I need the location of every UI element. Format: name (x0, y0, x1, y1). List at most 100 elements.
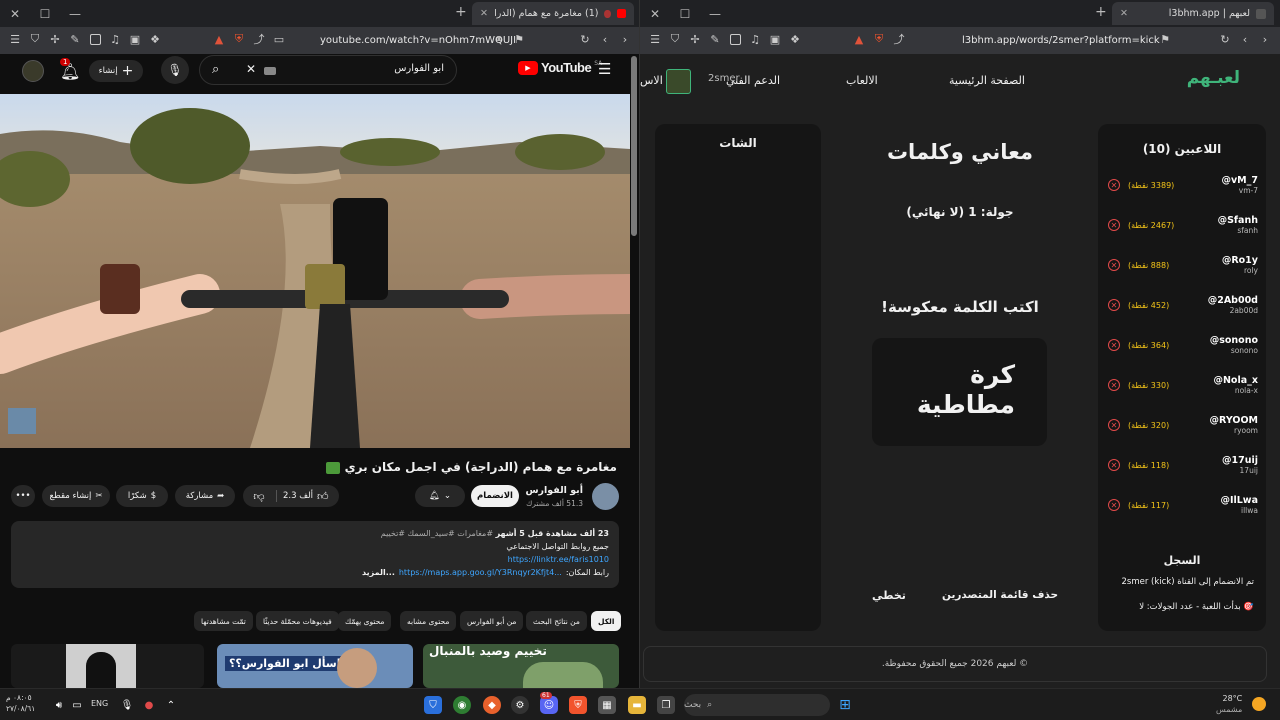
show-more-link[interactable]: ...المزيد (362, 566, 395, 579)
chip-for-you[interactable]: محتوى يهمّك (338, 611, 392, 631)
chrome-icon[interactable]: ◉ (453, 696, 471, 714)
site-logo[interactable]: لعبـهم (1187, 68, 1240, 88)
description-link[interactable]: https://linktr.ee/faris1010 (21, 553, 609, 566)
clear-search-icon[interactable]: ✕ (246, 62, 256, 76)
windows-start-icon[interactable]: ⊞ (836, 696, 854, 714)
chip-from-channel[interactable]: من أبو الفوارس (460, 611, 524, 631)
new-tab-button[interactable]: + (455, 4, 467, 20)
close-tab-icon[interactable]: ✕ (1120, 8, 1128, 19)
new-tab-button[interactable]: + (1095, 4, 1107, 20)
remove-player-icon[interactable]: ✕ (1108, 339, 1120, 351)
clear-leaderboard-button[interactable]: حذف قائمة المتصدرين (942, 589, 1058, 601)
channel-avatar[interactable] (592, 483, 619, 510)
nav-home[interactable]: الصفحة الرئيسية (949, 74, 1025, 87)
voice-search-button[interactable]: 🎙︎ (161, 56, 189, 84)
tray-app-icon[interactable]: ● (140, 696, 158, 714)
subscribe-button[interactable]: الانضمام (471, 485, 519, 507)
menu-icon[interactable]: ☰ (648, 32, 662, 46)
chip-watched[interactable]: تمّت مشاهدتها (194, 611, 253, 631)
tab-youtube[interactable]: (1) مغامرة مع همام (الدراجة) في ✕ (472, 2, 634, 25)
pen-icon[interactable]: ✎ (68, 32, 82, 46)
security-app-icon[interactable]: ⛉ (424, 696, 442, 714)
maximize-window-button[interactable]: ☐ (30, 0, 60, 27)
close-window-button[interactable]: ✕ (0, 0, 30, 27)
notification-settings-button[interactable]: 🔔︎ ⌄ (415, 485, 465, 507)
chip-recently-uploaded[interactable]: فيديوهات محمّلة حديثًا (256, 611, 339, 631)
volume-icon[interactable]: 🔊︎ (50, 696, 68, 714)
link-icon[interactable]: ⚭ (492, 32, 506, 46)
remove-player-icon[interactable]: ✕ (1108, 219, 1120, 231)
create-button[interactable]: إنشاء + (89, 60, 143, 82)
nav-username[interactable]: 2smer (708, 73, 740, 84)
youtube-logo[interactable]: ▶ YouTube SA (518, 60, 602, 75)
address-bar[interactable]: l3bhm.app/words/2smer?platform=kick (962, 31, 1160, 50)
search-box[interactable]: ⌕ ✕ ابو الفوارس (199, 55, 457, 85)
music-icon[interactable]: ♫ (748, 32, 762, 46)
keyboard-icon[interactable] (264, 67, 276, 75)
task-view-icon[interactable]: ❐ (657, 696, 675, 714)
bookmark-icon[interactable]: ⚑ (1158, 32, 1172, 46)
maximize-window-button[interactable]: ☐ (670, 0, 700, 27)
remove-player-icon[interactable]: ✕ (1108, 299, 1120, 311)
brave-shields-icon[interactable]: ⛨ (232, 32, 246, 46)
menu-icon[interactable]: ☰ (8, 32, 22, 46)
sidebar-icon[interactable] (728, 32, 742, 46)
file-explorer-icon[interactable]: ▬ (628, 696, 646, 714)
brave-rewards-icon[interactable]: ▲ (852, 32, 866, 46)
search-icon[interactable]: ⌕ (212, 62, 219, 77)
address-bar[interactable]: youtube.com/watch?v=nOhm7mWQUJI (320, 31, 516, 50)
video-player[interactable] (0, 94, 630, 448)
forward-icon[interactable]: › (618, 32, 632, 46)
steam-icon[interactable]: ⚙ (511, 696, 529, 714)
share-icon[interactable]: ⤴ (252, 32, 266, 46)
bookmark-icon[interactable]: ⚑ (512, 32, 526, 46)
tab-l3bhm[interactable]: لعبهم | l3bhm.app ✕ (1112, 2, 1274, 25)
reload-icon[interactable]: ↻ (1218, 32, 1232, 46)
puzzle-icon[interactable]: ✢ (48, 32, 62, 46)
microphone-icon[interactable]: 🎙︎ (118, 696, 136, 714)
minimize-window-button[interactable]: — (700, 0, 730, 27)
share-button[interactable]: مشاركة ➦ (175, 485, 235, 507)
remove-player-icon[interactable]: ✕ (1108, 179, 1120, 191)
forward-icon[interactable]: › (1258, 32, 1272, 46)
language-indicator[interactable]: ENG (91, 699, 108, 708)
nav-games[interactable]: الالعاب (846, 74, 878, 87)
remove-player-icon[interactable]: ✕ (1108, 499, 1120, 511)
close-tab-icon[interactable]: ✕ (480, 8, 488, 19)
sidebar-icon[interactable] (88, 32, 102, 46)
chevron-up-icon[interactable]: ⌃ (162, 696, 180, 714)
shield-icon[interactable]: ⛉ (28, 32, 42, 46)
share-icon[interactable]: ⤴ (892, 32, 906, 46)
app-icon[interactable]: ◆ (483, 696, 501, 714)
wallet-icon[interactable]: ▣ (128, 32, 142, 46)
weather-widget[interactable]: 28°C مشمس (1216, 693, 1242, 715)
back-icon[interactable]: ‹ (598, 32, 612, 46)
wallet-icon[interactable]: ▣ (768, 32, 782, 46)
pen-icon[interactable]: ✎ (708, 32, 722, 46)
cast-icon[interactable]: ▭ (272, 32, 286, 46)
minimize-window-button[interactable]: — (60, 0, 90, 27)
brave-rewards-icon[interactable]: ▲ (212, 32, 226, 46)
avatar[interactable] (22, 60, 44, 82)
reload-icon[interactable]: ↻ (578, 32, 592, 46)
remove-player-icon[interactable]: ✕ (1108, 259, 1120, 271)
chip-search-results[interactable]: من نتائج البحث (526, 611, 587, 631)
music-icon[interactable]: ♫ (108, 32, 122, 46)
back-icon[interactable]: ‹ (1238, 32, 1252, 46)
like-button[interactable]: 2.3 ألف 👍︎ (283, 490, 329, 503)
page-scrollbar[interactable] (631, 56, 637, 686)
skip-button[interactable]: تخطي (872, 589, 906, 602)
scrollbar-thumb[interactable] (631, 56, 637, 236)
extensions-icon[interactable]: ❖ (788, 32, 802, 46)
network-icon[interactable]: ▭ (68, 696, 86, 714)
shield-icon[interactable]: ⛉ (668, 32, 682, 46)
puzzle-icon[interactable]: ✢ (688, 32, 702, 46)
chip-related[interactable]: محتوى مشابه (400, 611, 457, 631)
brave-shields-icon[interactable]: ⛨ (872, 32, 886, 46)
thanks-button[interactable]: شكرًا $ (116, 485, 168, 507)
more-actions-button[interactable]: ••• (11, 485, 35, 507)
dislike-icon[interactable]: 👎︎ (243, 490, 275, 503)
taskbar-search[interactable]: ⌕ بحث (684, 694, 830, 716)
brave-icon[interactable]: ⛨ (569, 696, 587, 714)
grid-app-icon[interactable]: ▦ (598, 696, 616, 714)
